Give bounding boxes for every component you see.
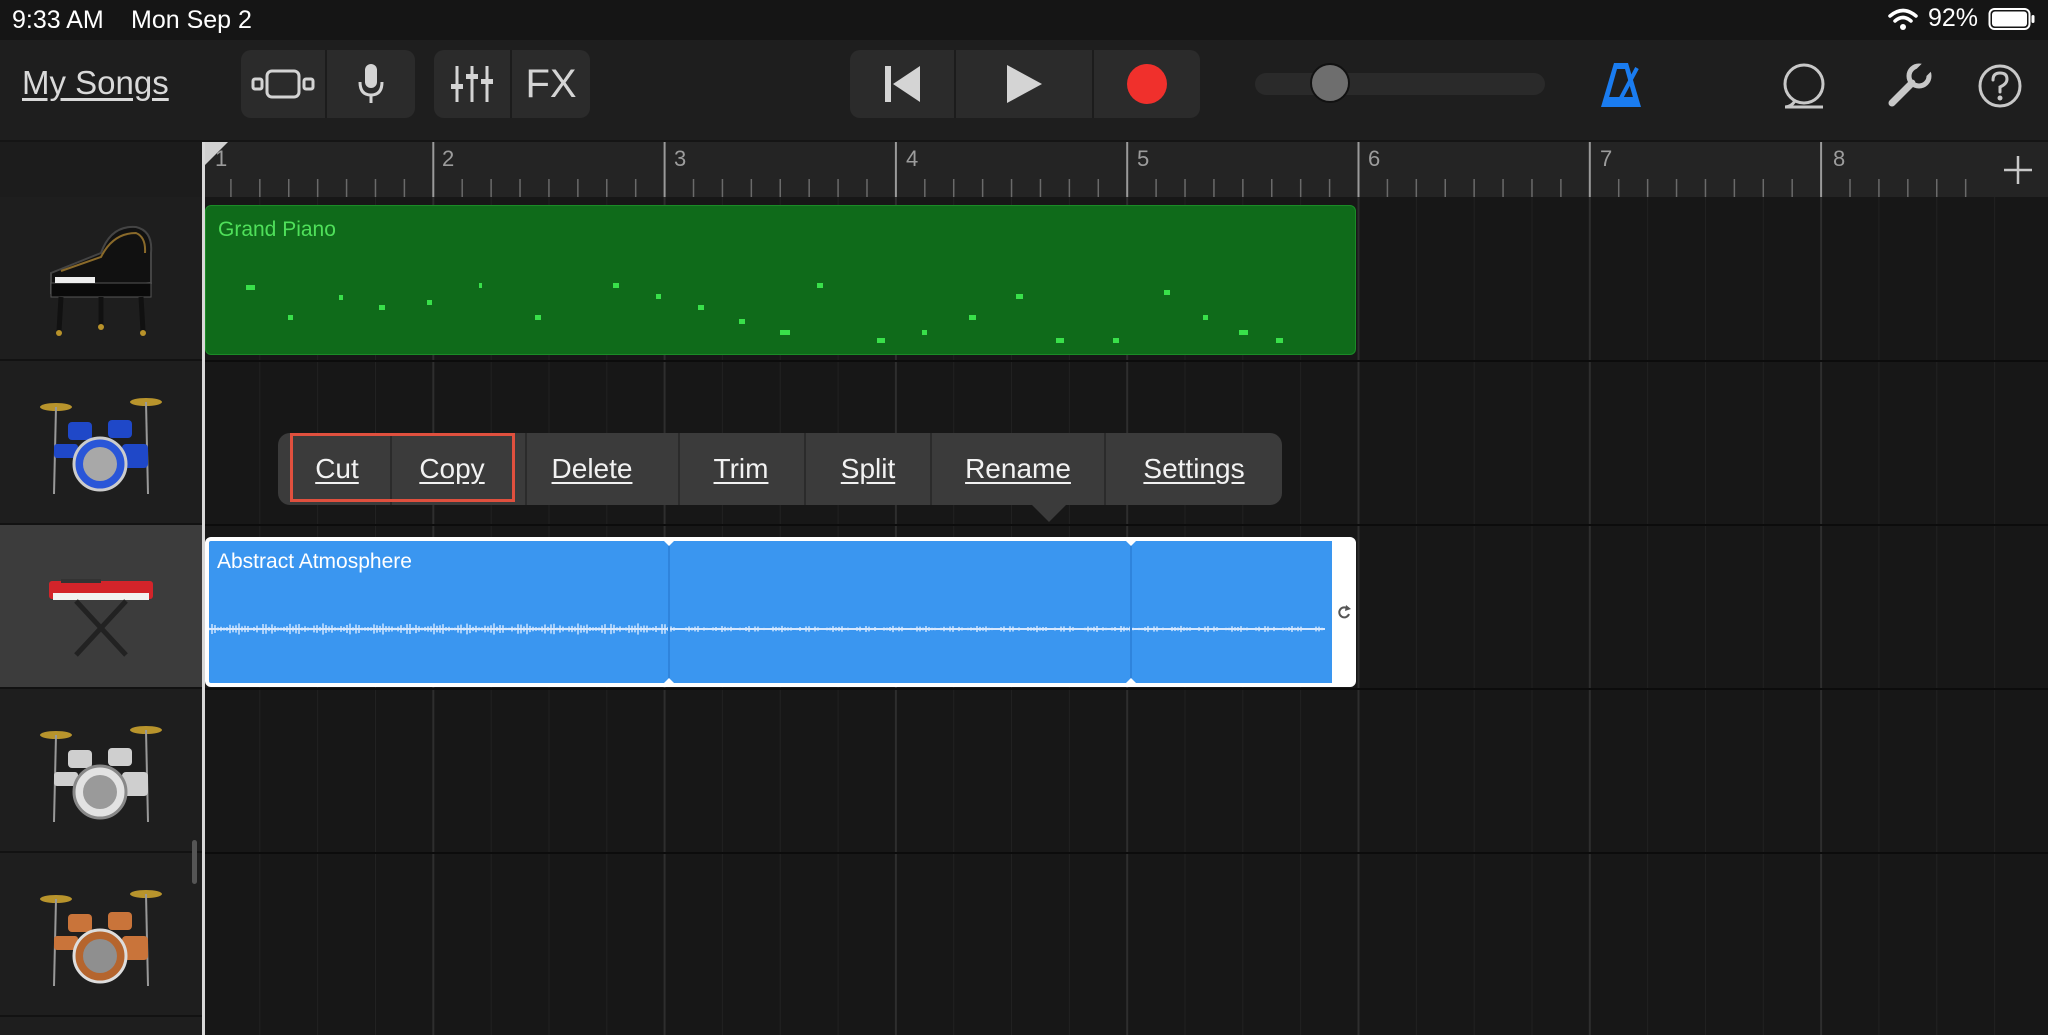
microphone-icon xyxy=(358,64,384,103)
loop-handle-icon[interactable] xyxy=(1336,603,1352,621)
menu-item-delete[interactable]: Delete xyxy=(527,433,657,505)
view-group xyxy=(241,50,415,118)
loop-browser-icon xyxy=(1783,63,1825,109)
tracks-view-button[interactable] xyxy=(241,50,325,118)
track-headers xyxy=(0,197,202,1035)
volume-slider-knob[interactable] xyxy=(1310,63,1350,103)
status-right: 92% xyxy=(1888,4,2036,33)
region-grand-piano[interactable]: Grand Piano xyxy=(205,205,1356,355)
record-button[interactable] xyxy=(1094,50,1200,118)
menu-item-settings[interactable]: Settings xyxy=(1106,433,1282,505)
region-context-menu: Cut Copy Delete Trim Split Rename Settin… xyxy=(278,433,1282,522)
region-abstract-atmosphere[interactable]: Abstract Atmosphere xyxy=(205,537,1356,687)
bar-number: 7 xyxy=(1600,146,1613,171)
status-date: Mon Sep 2 xyxy=(131,6,252,34)
metronome-button[interactable] xyxy=(1597,60,1645,110)
transport-group xyxy=(850,50,1200,118)
battery-percent: 92% xyxy=(1927,4,1978,32)
help-button[interactable] xyxy=(1976,62,2024,110)
midi-notes xyxy=(246,283,1283,343)
settings-wrench-icon xyxy=(1888,63,1932,107)
track-scrollbar[interactable] xyxy=(192,840,197,884)
bar-number: 8 xyxy=(1833,146,1846,171)
mixer-button[interactable] xyxy=(434,50,510,118)
record-icon xyxy=(1127,64,1167,104)
menu-item-cut[interactable]: Cut xyxy=(290,433,384,505)
drum-kit-silver-icon xyxy=(40,726,162,823)
plus-icon[interactable] xyxy=(2002,154,2034,186)
ruler-spacer xyxy=(0,142,202,197)
bar-number: 1 xyxy=(215,146,228,171)
keyboard-synth-icon xyxy=(49,579,153,657)
help-icon xyxy=(1978,64,2022,108)
battery-icon xyxy=(1988,7,2035,30)
metronome-icon xyxy=(1601,63,1641,107)
region-label: Grand Piano xyxy=(218,218,336,241)
wifi-icon xyxy=(1888,8,1918,30)
timeline-ruler[interactable]: 1 2 3 4 5 6 7 8 xyxy=(202,142,2048,197)
ruler-ticks xyxy=(202,142,2048,197)
bar-number: 6 xyxy=(1368,146,1381,171)
tracks-view-icon xyxy=(251,69,315,99)
drum-kit-blue-icon xyxy=(40,398,162,495)
mixer-group: FX xyxy=(434,50,590,118)
toolbar: My Songs FX xyxy=(0,40,2048,140)
bar-number: 2 xyxy=(442,146,455,171)
rewind-icon xyxy=(885,66,920,102)
fx-label: FX xyxy=(525,61,577,106)
status-time: 9:33 AM xyxy=(12,6,104,34)
grand-piano-icon xyxy=(50,225,153,336)
track-header-grand-piano[interactable] xyxy=(0,197,202,361)
playhead[interactable] xyxy=(202,142,205,1035)
mixer-icon xyxy=(451,66,493,102)
bar-number: 5 xyxy=(1137,146,1150,171)
play-icon xyxy=(1007,65,1042,103)
menu-item-rename[interactable]: Rename xyxy=(932,433,1104,505)
drum-kit-wood-icon xyxy=(40,890,162,987)
rewind-button[interactable] xyxy=(850,50,954,118)
track-header-drums-silver[interactable] xyxy=(0,689,202,853)
my-songs-button[interactable]: My Songs xyxy=(22,64,169,102)
region-label: Abstract Atmosphere xyxy=(217,550,412,573)
microphone-button[interactable] xyxy=(327,50,415,118)
menu-item-split[interactable]: Split xyxy=(806,433,930,505)
menu-pointer xyxy=(1031,504,1067,522)
menu-item-copy[interactable]: Copy xyxy=(392,433,512,505)
bar-number: 4 xyxy=(906,146,919,171)
fx-button[interactable]: FX xyxy=(512,50,590,118)
menu-item-trim[interactable]: Trim xyxy=(680,433,802,505)
volume-slider-track[interactable] xyxy=(1255,73,1545,95)
track-header-drums-blue[interactable] xyxy=(0,361,202,525)
settings-wrench-button[interactable] xyxy=(1885,62,1933,110)
status-bar: 9:33 AM Mon Sep 2 92% xyxy=(0,0,2048,40)
track-header-drums-wood[interactable] xyxy=(0,853,202,1017)
play-button[interactable] xyxy=(956,50,1092,118)
loop-browser-button[interactable] xyxy=(1780,62,1828,110)
track-header-keyboard[interactable] xyxy=(0,525,202,689)
bar-number: 3 xyxy=(674,146,687,171)
